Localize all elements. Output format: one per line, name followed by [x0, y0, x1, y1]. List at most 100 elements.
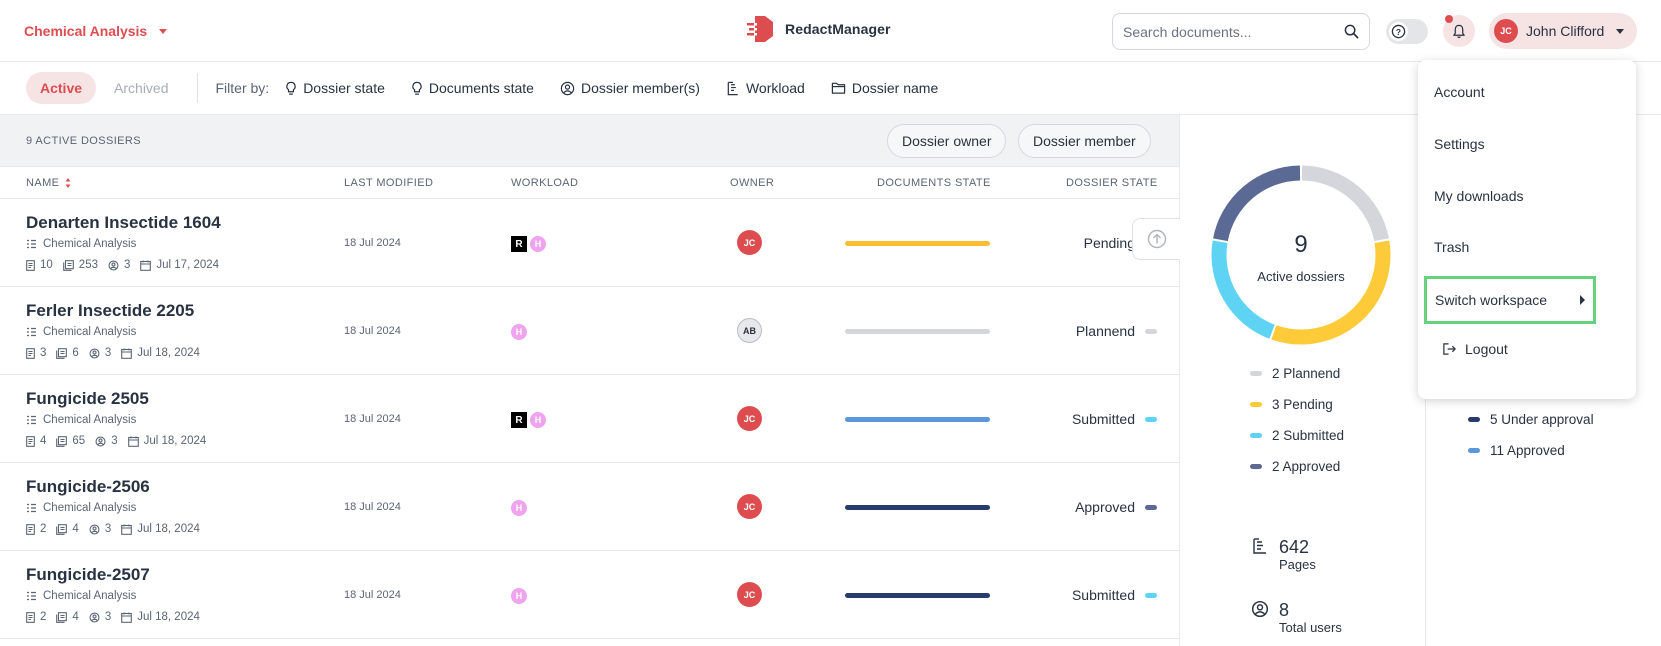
documents-count: 4	[26, 435, 46, 447]
filter-dossier-name[interactable]: Dossier name	[831, 80, 938, 96]
brand[interactable]: RedactManager	[745, 14, 891, 44]
documents-state-bar	[845, 593, 990, 598]
dossier-category: Chemical Analysis	[26, 326, 136, 338]
last-modified: 18 Jul 2024	[344, 237, 401, 249]
brand-name: RedactManager	[785, 21, 891, 37]
calendar-icon	[127, 436, 139, 447]
category-label: Chemical Analysis	[43, 326, 137, 338]
menu-item-my-downloads[interactable]: My downloads	[1434, 188, 1524, 204]
table-row[interactable]: Fungicide 2505 Chemical Analysis 4 65 3 Jul 1…	[0, 375, 1179, 463]
documents-value: 2	[40, 523, 47, 535]
users-count: 8	[1279, 600, 1290, 620]
legend-item: 2 Submitted	[1250, 420, 1344, 451]
table-header: NAME LAST MODIFIED WORKLOAD OWNER DOCUME…	[0, 167, 1179, 199]
donut-total: 9	[1294, 231, 1308, 258]
tab-active[interactable]: Active	[26, 72, 97, 104]
dossier-name[interactable]: Fungicide 2505	[26, 389, 149, 409]
dossier-name[interactable]: Denarten Insectide 1604	[26, 213, 221, 233]
svg-text:?: ?	[1396, 27, 1401, 37]
sort-icon[interactable]	[65, 177, 71, 189]
chevron-right-icon	[1580, 295, 1585, 305]
filter-dossier-members[interactable]: Dossier member(s)	[560, 80, 700, 96]
tab-archived[interactable]: Archived	[100, 72, 182, 104]
dossier-name[interactable]: Fungicide-2506	[26, 477, 150, 497]
col-name[interactable]: NAME	[26, 177, 71, 189]
menu-item-switch-workspace[interactable]: Switch workspace	[1424, 276, 1596, 324]
switch-workspace-label: Switch workspace	[1435, 292, 1548, 308]
col-last-modified[interactable]: LAST MODIFIED	[344, 177, 433, 189]
pages-icon	[62, 259, 74, 271]
legend-swatch	[1250, 371, 1262, 376]
template-list-icon	[26, 239, 37, 249]
template-list-icon	[26, 503, 37, 513]
table-row[interactable]: Fungicide-2506 Chemical Analysis 2 4 3 Jul 18…	[0, 463, 1179, 551]
user-circle-icon	[560, 81, 575, 96]
filter-workload[interactable]: Workload	[726, 80, 805, 96]
calendar-icon	[121, 348, 133, 359]
last-modified: 18 Jul 2024	[344, 501, 401, 513]
category-label: Chemical Analysis	[43, 590, 137, 602]
workload-badge-r: R	[511, 412, 527, 428]
table-row[interactable]: Denarten Insectide 1604 Chemical Analysis…	[0, 199, 1179, 287]
pages-count: 4	[56, 523, 79, 535]
dossier-state-label: Submitted	[1071, 587, 1135, 603]
filter-by-label: Filter by:	[215, 80, 270, 96]
pages-count: 4	[56, 611, 79, 623]
members-count: 3	[95, 435, 118, 447]
owner-avatar[interactable]: JC	[737, 230, 762, 255]
menu-item-trash[interactable]: Trash	[1434, 239, 1469, 255]
owner-avatar[interactable]: JC	[737, 582, 762, 607]
search-input[interactable]	[1123, 23, 1344, 40]
menu-item-logout[interactable]: Logout	[1442, 341, 1508, 357]
user-circle-icon	[89, 523, 100, 535]
dossier-state-label: Submitted	[1071, 411, 1135, 427]
dossier-name[interactable]: Ferler Insectide 2205	[26, 301, 194, 321]
documents-state-bar	[845, 329, 990, 334]
help-mode-toggle[interactable]: ?	[1386, 19, 1428, 44]
lightbulb-icon	[411, 81, 423, 96]
legend-item: 3 Pending	[1250, 389, 1344, 420]
search-icon[interactable]	[1344, 24, 1359, 39]
menu-item-settings[interactable]: Settings	[1434, 136, 1485, 152]
documents-value: 4	[40, 435, 47, 447]
members-count: 3	[89, 523, 111, 535]
legend-label: 2 Submitted	[1272, 428, 1345, 443]
dossier-member-chip[interactable]: Dossier member	[1018, 124, 1151, 158]
user-avatar: JC	[1494, 19, 1518, 43]
dossier-name[interactable]: Fungicide-2507	[26, 565, 150, 585]
workspace-selector[interactable]: Chemical Analysis	[24, 23, 168, 39]
redactmanager-logo-icon	[745, 14, 775, 44]
pages-label: Pages	[1279, 557, 1316, 572]
pages-value: 253	[78, 259, 98, 271]
user-menu-button[interactable]: JC John Clifford	[1489, 13, 1637, 49]
filter-dossier-state[interactable]: Dossier state	[285, 80, 385, 96]
dossier-owner-chip[interactable]: Dossier owner	[887, 124, 1007, 158]
filter-label-text: Workload	[745, 80, 805, 96]
filter-documents-state[interactable]: Documents state	[411, 80, 534, 96]
notifications-button[interactable]	[1443, 15, 1475, 47]
pages-icon	[56, 347, 68, 359]
workspace-label: Chemical Analysis	[24, 23, 148, 39]
search-box[interactable]	[1112, 13, 1370, 50]
owner-avatar[interactable]: JC	[737, 406, 762, 431]
owner-avatar[interactable]: AB	[737, 318, 762, 343]
pages-count: 6	[56, 347, 79, 359]
table-row[interactable]: Fungicide-2507 Chemical Analysis 2 4 3 Jul 18…	[0, 551, 1179, 639]
donut-segment-approved	[1213, 165, 1301, 242]
legend-item: 5 Under approval	[1468, 404, 1594, 435]
documents-count: 2	[26, 611, 46, 623]
members-count: 3	[89, 347, 111, 359]
scroll-to-top-button[interactable]	[1132, 218, 1180, 260]
user-circle-icon	[89, 347, 100, 359]
menu-item-account[interactable]: Account	[1434, 84, 1485, 100]
dossier-state: Approved	[1075, 499, 1157, 515]
table-row[interactable]: Ferler Insectide 2205 Chemical Analysis 3 6…	[0, 287, 1179, 375]
calendar-icon	[140, 260, 152, 271]
dossier-state-label: Pending	[1083, 235, 1135, 251]
pages-value: 4	[72, 523, 79, 535]
owner-avatar[interactable]: JC	[737, 494, 762, 519]
last-modified: 18 Jul 2024	[344, 325, 401, 337]
documents-state-bar	[845, 417, 990, 422]
workload-badge-h: H	[511, 324, 527, 340]
last-modified: 18 Jul 2024	[344, 589, 401, 601]
